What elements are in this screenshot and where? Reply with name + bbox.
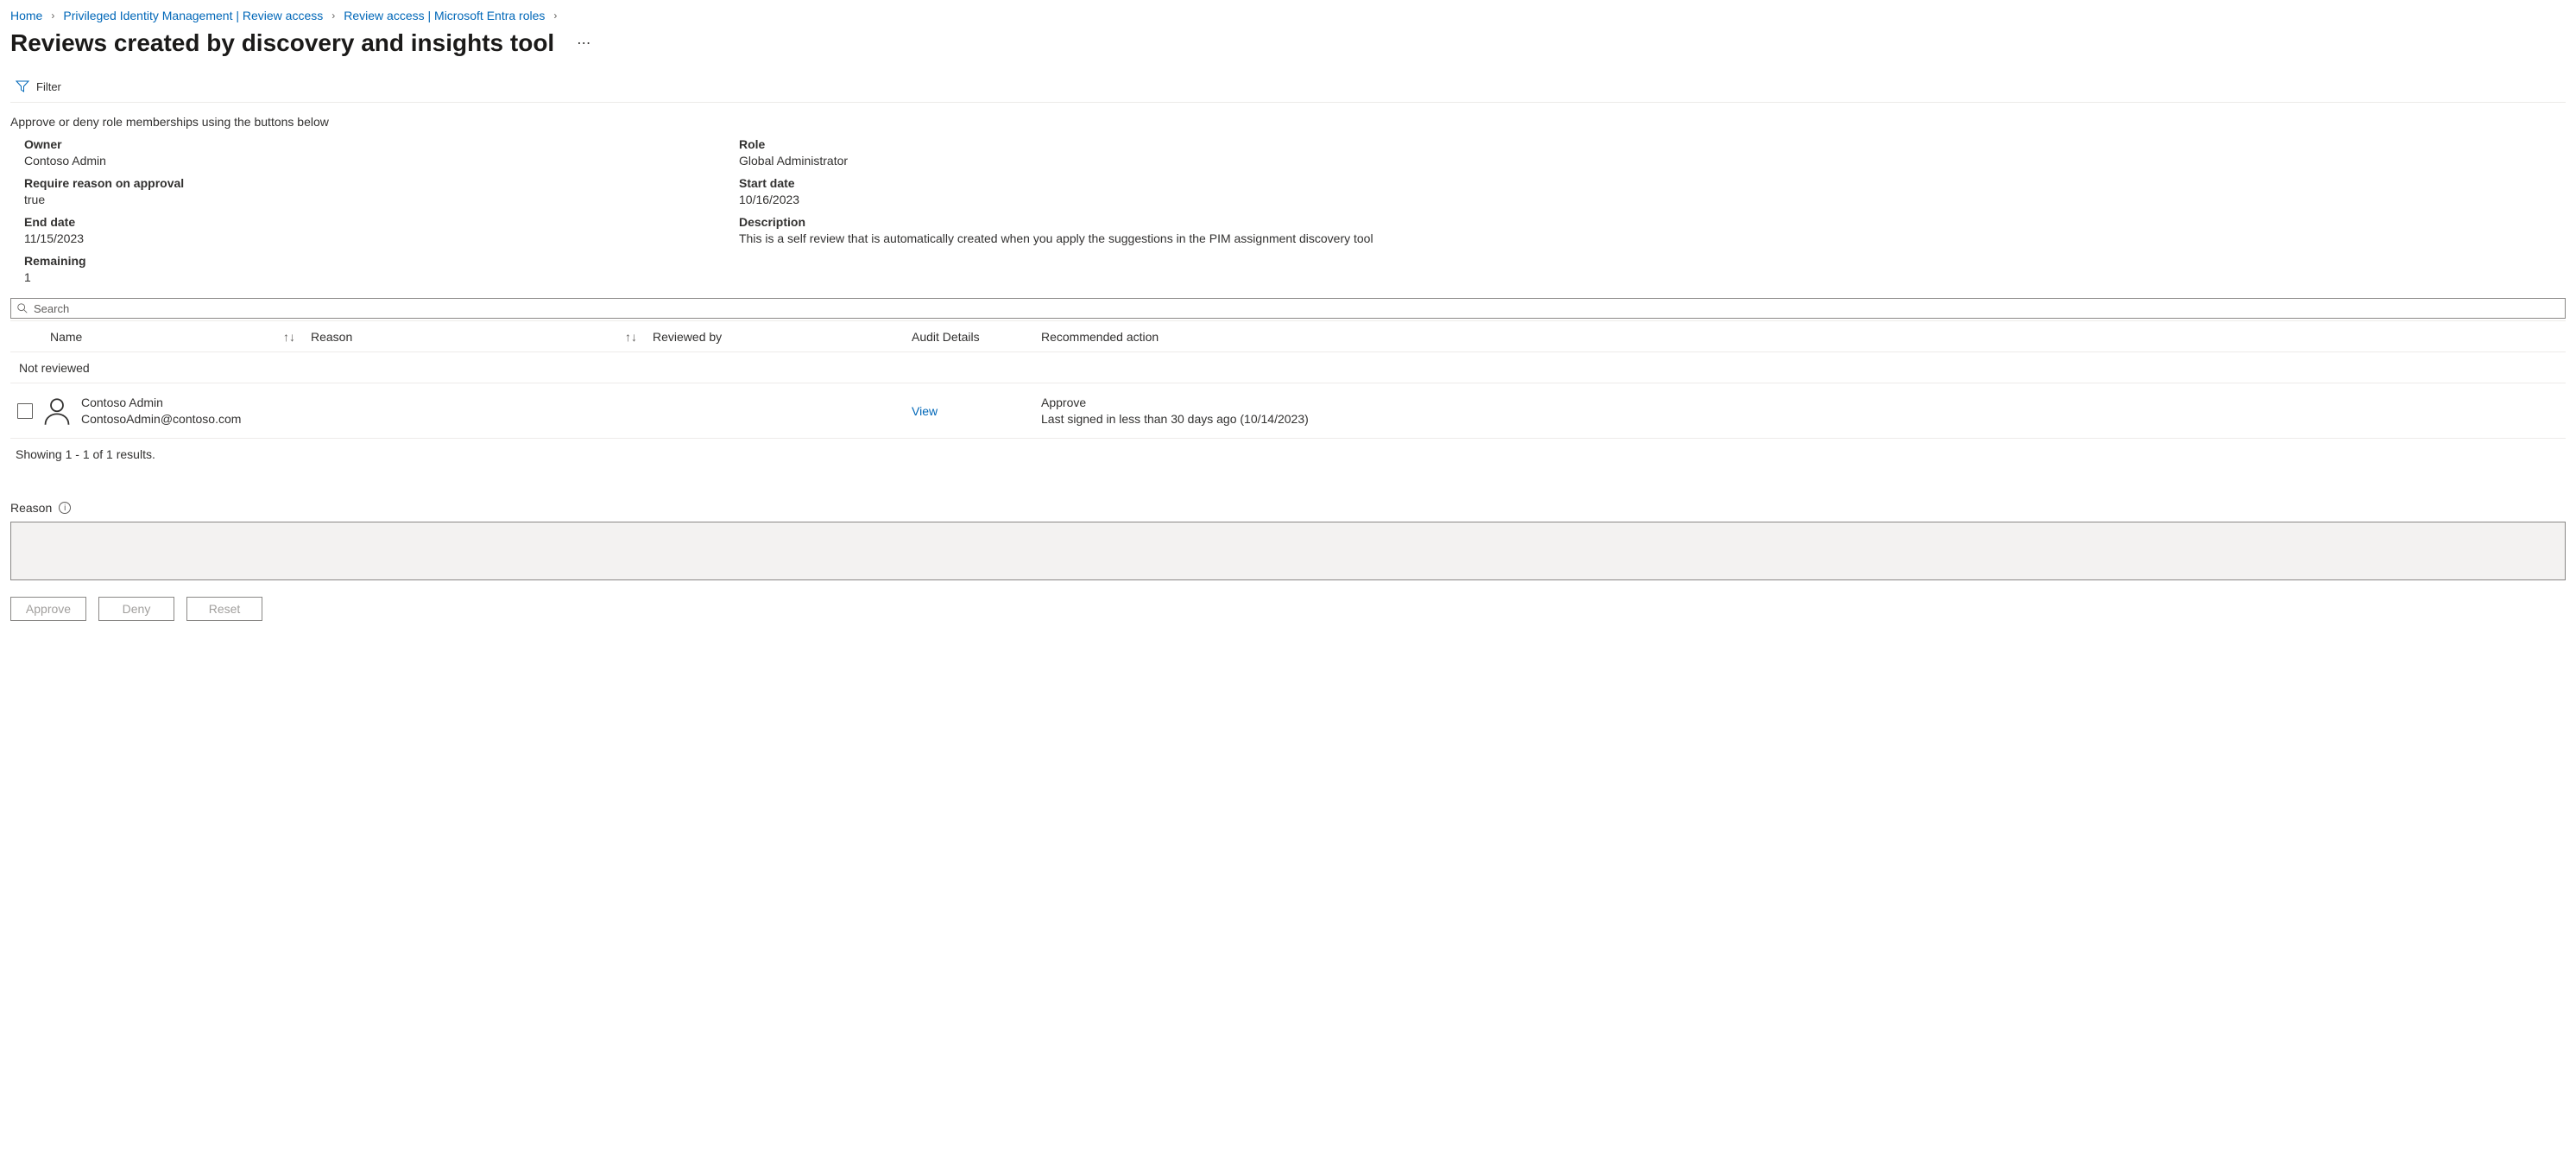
require-reason-value: true: [24, 190, 732, 206]
approve-button[interactable]: Approve: [10, 597, 86, 621]
filter-label: Filter: [36, 80, 61, 93]
role-value: Global Administrator: [739, 151, 2566, 168]
filter-button[interactable]: Filter: [16, 79, 61, 93]
breadcrumb-item-pim-review-access[interactable]: Privileged Identity Management | Review …: [63, 9, 323, 22]
chevron-right-icon: ›: [51, 9, 54, 22]
require-reason-label: Require reason on approval: [24, 176, 732, 190]
results-count: Showing 1 - 1 of 1 results.: [10, 439, 2566, 461]
recommended-action: Approve: [1041, 395, 1732, 410]
results-table: Name ↑↓ Reason ↑↓ Reviewed by Audit Deta…: [10, 320, 2566, 439]
search-input[interactable]: [32, 301, 2561, 316]
column-header-name-label: Name: [50, 330, 82, 344]
column-header-recommended-action[interactable]: Recommended action: [1041, 330, 1732, 344]
column-header-reviewed-by[interactable]: Reviewed by: [653, 330, 912, 344]
column-header-audit-details-label: Audit Details: [912, 330, 980, 344]
filter-icon: [16, 79, 29, 93]
reason-input[interactable]: [10, 522, 2566, 580]
search-box[interactable]: [10, 298, 2566, 319]
breadcrumb-item-review-access-entra[interactable]: Review access | Microsoft Entra roles: [344, 9, 545, 22]
owner-value: Contoso Admin: [24, 151, 732, 168]
row-checkbox[interactable]: [17, 403, 33, 419]
column-header-name[interactable]: Name ↑↓: [10, 330, 311, 344]
owner-label: Owner: [24, 137, 732, 151]
table-row: Contoso Admin ContosoAdmin@contoso.com V…: [10, 383, 2566, 439]
column-header-audit-details[interactable]: Audit Details: [912, 330, 1041, 344]
start-date-value: 10/16/2023: [739, 190, 2566, 206]
person-icon: [41, 396, 73, 427]
row-upn: ContosoAdmin@contoso.com: [81, 411, 241, 427]
end-date-label: End date: [24, 215, 732, 229]
description-label: Description: [739, 215, 2566, 229]
start-date-label: Start date: [739, 176, 2566, 190]
column-header-reviewed-by-label: Reviewed by: [653, 330, 722, 344]
audit-view-link[interactable]: View: [912, 404, 938, 418]
info-icon[interactable]: i: [59, 502, 71, 514]
instruction-text: Approve or deny role memberships using t…: [10, 103, 2566, 137]
breadcrumb-item-home[interactable]: Home: [10, 9, 42, 22]
deny-button[interactable]: Deny: [98, 597, 174, 621]
page-title: Reviews created by discovery and insight…: [10, 29, 554, 57]
description-value: This is a self review that is automatica…: [739, 229, 2566, 245]
chevron-right-icon: ›: [331, 9, 335, 22]
column-header-recommended-action-label: Recommended action: [1041, 330, 1159, 344]
chevron-right-icon: ›: [553, 9, 557, 22]
sort-icon: ↑↓: [283, 330, 295, 344]
more-actions-button[interactable]: ⋯: [577, 35, 592, 52]
end-date-value: 11/15/2023: [24, 229, 732, 245]
column-header-reason-label: Reason: [311, 330, 352, 344]
command-bar: Filter: [10, 74, 2566, 103]
reason-label: Reason: [10, 501, 52, 515]
details-grid: Owner Contoso Admin Role Global Administ…: [10, 137, 2566, 298]
column-header-reason[interactable]: Reason ↑↓: [311, 330, 653, 344]
breadcrumb: Home › Privileged Identity Management | …: [10, 0, 2566, 28]
table-header-row: Name ↑↓ Reason ↑↓ Reviewed by Audit Deta…: [10, 321, 2566, 352]
remaining-value: 1: [24, 268, 732, 284]
recommended-detail: Last signed in less than 30 days ago (10…: [1041, 411, 1732, 427]
reset-button[interactable]: Reset: [186, 597, 262, 621]
remaining-label: Remaining: [24, 254, 732, 268]
table-group-not-reviewed: Not reviewed: [10, 352, 2566, 383]
role-label: Role: [739, 137, 2566, 151]
sort-icon: ↑↓: [625, 330, 637, 344]
row-display-name: Contoso Admin: [81, 395, 241, 410]
search-icon: [16, 302, 28, 314]
